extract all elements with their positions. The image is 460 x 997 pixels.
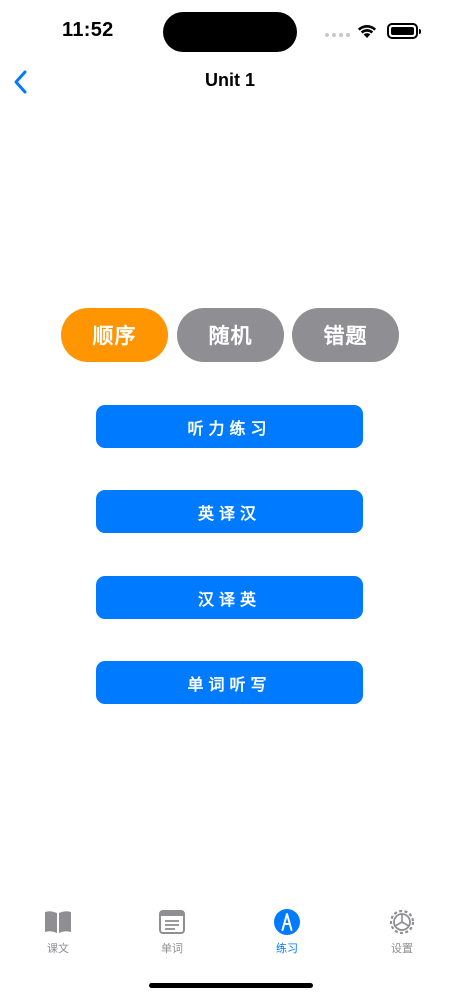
mode-button-random[interactable]: 随机 <box>177 308 284 362</box>
cellular-signal-icon <box>325 33 350 37</box>
pencil-circle-icon <box>274 909 300 935</box>
tab-text[interactable]: 课文 <box>28 908 88 964</box>
list-icon <box>159 910 185 934</box>
tab-label-text: 课文 <box>47 942 69 955</box>
book-icon <box>45 911 71 933</box>
dynamic-island <box>163 12 297 52</box>
gear-icon <box>389 909 415 935</box>
mode-button-sequential[interactable]: 顺序 <box>61 308 168 362</box>
tab-words[interactable]: 单词 <box>142 908 202 964</box>
practice-mode-selector: 顺序 随机 错题 <box>61 308 401 362</box>
wifi-icon <box>357 24 377 38</box>
home-indicator <box>149 983 313 988</box>
page-title: Unit 1 <box>204 70 255 90</box>
battery-icon <box>387 23 421 39</box>
tab-label-settings: 设置 <box>391 942 413 955</box>
navigation-bar: Unit 1 <box>0 62 460 102</box>
tab-practice[interactable]: 练习 <box>257 908 317 964</box>
status-time: 11:52 <box>62 19 114 41</box>
tab-bar: 课文 单词 练习 设置 <box>0 908 460 968</box>
tab-settings[interactable]: 设置 <box>372 908 432 964</box>
tab-label-words: 单词 <box>161 942 183 955</box>
english-to-chinese-button[interactable]: 英译汉 <box>96 490 363 533</box>
mode-button-mistakes[interactable]: 错题 <box>292 308 399 362</box>
word-dictation-button[interactable]: 单词听写 <box>96 661 363 704</box>
tab-label-practice: 练习 <box>276 942 298 955</box>
status-bar: 11:52 <box>0 0 460 62</box>
listening-practice-button[interactable]: 听力练习 <box>96 405 363 448</box>
chinese-to-english-button[interactable]: 汉译英 <box>96 576 363 619</box>
